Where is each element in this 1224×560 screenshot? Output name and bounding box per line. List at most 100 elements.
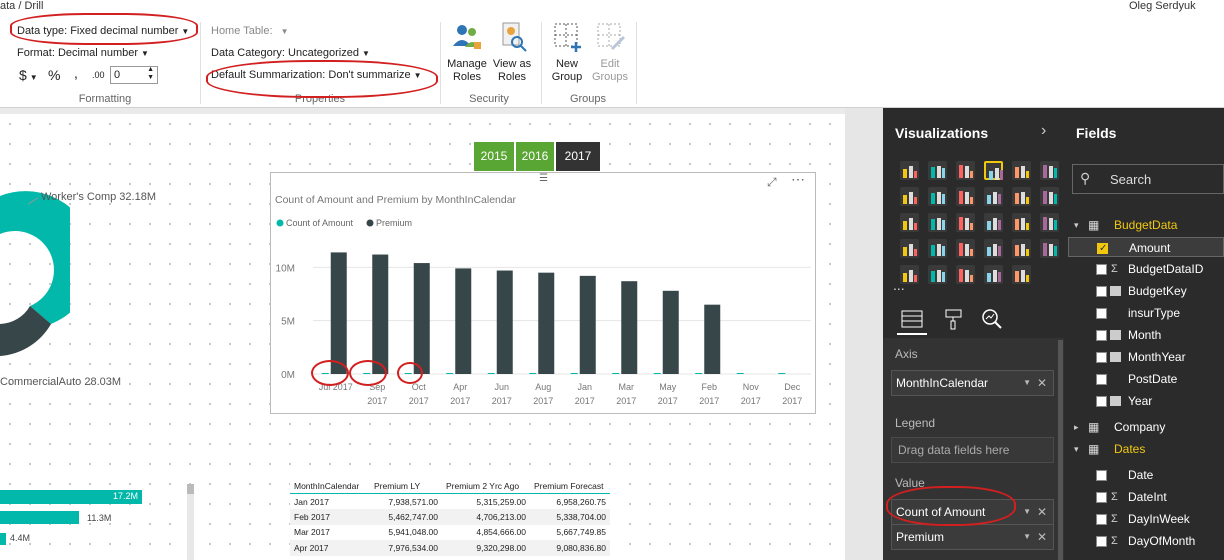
- bar-count-of-amount[interactable]: [736, 373, 744, 374]
- table-row[interactable]: Apr 2017 7,976,534.00 9,320,298.00 9,080,83…: [290, 540, 610, 556]
- field-insurtype[interactable]: insurType: [1068, 303, 1224, 323]
- value-well-field-premium[interactable]: Premium ▼ ✕: [891, 524, 1054, 550]
- bar-row[interactable]: [0, 533, 6, 545]
- pie-icon[interactable]: [956, 213, 975, 232]
- line-clustered-icon[interactable]: [1012, 187, 1031, 206]
- map-icon[interactable]: [1040, 213, 1059, 232]
- manage-roles-button[interactable]: Manage Roles: [444, 20, 490, 84]
- stacked-column-icon[interactable]: [928, 161, 947, 180]
- table-row[interactable]: Jan 2017 7,938,571.00 5,315,259.00 6,958,26…: [290, 494, 610, 510]
- checkbox[interactable]: [1096, 492, 1107, 503]
- remove-field-icon[interactable]: ✕: [1037, 500, 1047, 524]
- bar-premium[interactable]: [662, 290, 679, 374]
- bar-row[interactable]: 17.2M: [0, 490, 142, 504]
- bar-premium[interactable]: [704, 304, 721, 374]
- axis-well-field[interactable]: MonthInCalendar ▼ ✕: [891, 370, 1054, 396]
- scatter-icon[interactable]: [928, 213, 947, 232]
- matrix-icon[interactable]: [956, 265, 975, 284]
- bar-row[interactable]: [0, 511, 79, 524]
- comma-button[interactable]: ,: [74, 65, 78, 81]
- more-options-icon[interactable]: ⋯: [791, 171, 805, 188]
- matrix-table[interactable]: MonthInCalendar Premium LY Premium 2 Yrc…: [290, 478, 616, 560]
- more-visuals-button[interactable]: ...: [893, 277, 905, 293]
- viz-pane-scrollbar[interactable]: [1058, 340, 1063, 560]
- slicer-year-2017[interactable]: 2017: [556, 142, 600, 171]
- checkbox[interactable]: [1096, 536, 1107, 547]
- checkbox[interactable]: [1096, 470, 1107, 481]
- checkbox[interactable]: [1096, 308, 1107, 319]
- chevron-down-icon[interactable]: ▼: [1023, 525, 1031, 549]
- decimals-stepper[interactable]: 0 ▲ ▼: [110, 66, 158, 84]
- edit-groups-button[interactable]: Edit Groups: [589, 20, 631, 84]
- format-dropdown[interactable]: Format: Decimal number ▼: [17, 47, 149, 59]
- area-chart-icon[interactable]: [928, 187, 947, 206]
- chevron-down-icon[interactable]: ▾: [1074, 439, 1079, 459]
- checkbox[interactable]: ✓: [1097, 243, 1108, 254]
- field-monthyear[interactable]: MonthYear: [1068, 347, 1224, 367]
- bar-premium[interactable]: [538, 272, 555, 374]
- field-date[interactable]: Date: [1068, 465, 1224, 485]
- spin-up-icon[interactable]: ▲: [147, 66, 154, 73]
- clustered-column-icon[interactable]: [984, 161, 1003, 180]
- field-budgetkey[interactable]: BudgetKey: [1068, 281, 1224, 301]
- card-icon[interactable]: [984, 239, 1003, 258]
- kpi-icon[interactable]: [1040, 239, 1059, 258]
- drag-handle-icon[interactable]: ☰: [539, 173, 548, 184]
- bar-premium[interactable]: [413, 263, 430, 374]
- chevron-down-icon[interactable]: ▼: [1023, 371, 1031, 395]
- currency-button[interactable]: $ ▼: [19, 67, 38, 83]
- waterfall-icon[interactable]: [900, 213, 919, 232]
- bar-count-of-amount[interactable]: [446, 373, 454, 374]
- percent-button[interactable]: %: [48, 67, 60, 83]
- table-dates[interactable]: ▾ ▦ Dates: [1068, 439, 1224, 459]
- table-row[interactable]: Feb 2017 5,462,747.00 4,706,213.00 5,338,70…: [290, 509, 610, 525]
- table-budgetdata[interactable]: ▾ ▦ BudgetData: [1068, 215, 1224, 235]
- remove-field-icon[interactable]: ✕: [1037, 371, 1047, 395]
- view-as-roles-button[interactable]: View as Roles: [490, 20, 534, 84]
- ribbon-chart-icon[interactable]: [1040, 187, 1059, 206]
- column-header[interactable]: Premium Forecast: [530, 478, 610, 494]
- bar-count-of-amount[interactable]: [529, 373, 537, 374]
- fields-tab-icon[interactable]: [901, 310, 923, 330]
- remove-field-icon[interactable]: ✕: [1037, 525, 1047, 549]
- analytics-magnifier-icon[interactable]: [981, 308, 1003, 330]
- donut-icon[interactable]: [984, 213, 1003, 232]
- column-header[interactable]: Premium LY: [370, 478, 442, 494]
- donut-chart[interactable]: [0, 184, 70, 384]
- bar-premium[interactable]: [455, 268, 472, 374]
- table-icon[interactable]: [928, 265, 947, 284]
- gauge-icon[interactable]: [956, 239, 975, 258]
- stacked-bar-icon[interactable]: [900, 161, 919, 180]
- field-month[interactable]: Month: [1068, 325, 1224, 345]
- format-paint-roller-icon[interactable]: [943, 308, 965, 330]
- globe-icon[interactable]: [1012, 265, 1031, 284]
- checkbox[interactable]: [1096, 514, 1107, 525]
- donut-slice-workers-comp[interactable]: [0, 191, 70, 324]
- clustered-bar-icon[interactable]: [956, 161, 975, 180]
- spin-down-icon[interactable]: ▼: [147, 74, 154, 81]
- bar-count-of-amount[interactable]: [570, 373, 578, 374]
- user-name[interactable]: Oleg Serdyuk: [1129, 0, 1196, 12]
- chevron-down-icon[interactable]: ▼: [1023, 500, 1031, 524]
- field-year[interactable]: Year: [1068, 391, 1224, 411]
- focus-mode-icon[interactable]: ⤢: [767, 175, 777, 190]
- legend-well-drop-zone[interactable]: Drag data fields here: [891, 437, 1054, 463]
- stacked-area-icon[interactable]: [956, 187, 975, 206]
- data-category-dropdown[interactable]: Data Category: Uncategorized ▼: [211, 47, 370, 59]
- chevron-down-icon[interactable]: ▾: [1074, 215, 1079, 235]
- bar-count-of-amount[interactable]: [653, 373, 661, 374]
- checkbox[interactable]: [1096, 286, 1107, 297]
- bar-premium[interactable]: [372, 254, 389, 374]
- bar-count-of-amount[interactable]: [778, 373, 786, 374]
- slicer-year-2016[interactable]: 2016: [516, 142, 554, 171]
- filled-map-icon[interactable]: [900, 239, 919, 258]
- multirow-card-icon[interactable]: [1012, 239, 1031, 258]
- chevron-right-icon[interactable]: ▸: [1074, 417, 1079, 437]
- treemap-icon[interactable]: [1012, 213, 1031, 232]
- field-postdate[interactable]: PostDate: [1068, 369, 1224, 389]
- line-column-icon[interactable]: [984, 187, 1003, 206]
- field-budgetdataid[interactable]: Σ BudgetDataID: [1068, 259, 1224, 279]
- table-company[interactable]: ▸ ▦ Company: [1068, 417, 1224, 437]
- bar-premium[interactable]: [330, 252, 347, 374]
- 100-column-icon[interactable]: [1040, 161, 1059, 180]
